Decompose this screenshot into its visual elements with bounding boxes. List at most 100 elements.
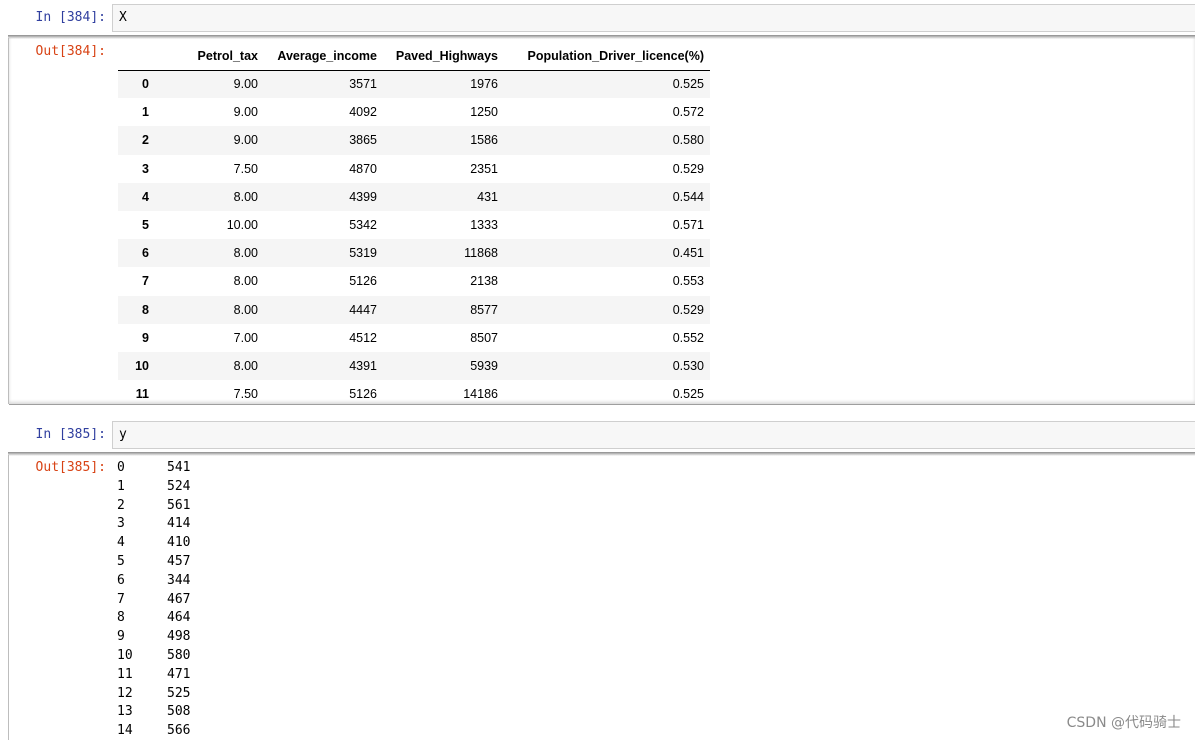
cell-average-income: 4447: [349, 302, 377, 317]
cell-population-driver-licence: 0.525: [672, 387, 704, 402]
row-index: 11: [135, 387, 149, 402]
output-border-385: [8, 455, 9, 740]
series-row: 12 525: [117, 685, 190, 704]
cell-average-income: 5126: [349, 274, 377, 289]
series-row: 2 561: [117, 497, 190, 516]
series-value: 541: [167, 460, 191, 475]
cell-average-income: 4092: [349, 105, 377, 120]
cell-average-income: 5319: [349, 246, 377, 261]
cell-average-income: 3865: [349, 133, 377, 148]
row-index: 10: [135, 358, 149, 373]
cell-paved-highways: 8507: [470, 330, 498, 345]
series-index: 14: [117, 723, 133, 739]
cell-paved-highways: 14186: [463, 387, 498, 402]
series-index: 13: [117, 704, 133, 720]
row-index: 4: [142, 189, 149, 204]
out-prompt-385: Out[385]:: [35, 460, 106, 475]
series-value: 498: [167, 629, 191, 645]
series-value: 457: [167, 553, 191, 569]
series-row: 8 464: [117, 609, 190, 628]
table-row: 0 9.00 3571 1976 0.525: [118, 70, 710, 99]
cell-petrol-tax: 9.00: [233, 133, 258, 148]
series-value: 525: [167, 685, 191, 701]
cell-paved-highways: 2351: [470, 161, 498, 176]
cell-population-driver-licence: 0.544: [672, 189, 704, 204]
cell-population-driver-licence: 0.571: [672, 218, 704, 233]
series-value: 508: [167, 704, 191, 720]
series-value: 580: [167, 647, 191, 663]
row-index: 8: [142, 302, 149, 317]
table-row: 1 9.00 4092 1250 0.572: [118, 98, 710, 126]
cell-petrol-tax: 8.00: [233, 246, 258, 261]
cell-petrol-tax: 7.50: [233, 161, 258, 176]
series-index: 6: [117, 572, 125, 588]
series-row: 7 467: [117, 591, 190, 610]
cell-population-driver-licence: 0.552: [672, 330, 704, 345]
cell-population-driver-licence: 0.553: [672, 274, 704, 289]
row-index: 0: [142, 77, 149, 92]
table-header-row: Petrol_tax Average_income Paved_Highways…: [118, 43, 710, 71]
series-value: 464: [167, 610, 191, 626]
cell-paved-highways: 11868: [464, 246, 498, 261]
series-value: 524: [167, 478, 191, 494]
table-row: 5 10.00 5342 1333 0.571: [118, 211, 710, 239]
dataframe-table: Petrol_tax Average_income Paved_Highways…: [118, 43, 710, 404]
column-header-population-driver-licence: Population_Driver_licence(%): [504, 43, 710, 71]
series-index: 2: [117, 497, 125, 513]
row-index: 5: [142, 218, 149, 233]
series-row: 3 414: [117, 515, 190, 534]
cell-petrol-tax: 8.00: [233, 302, 258, 317]
row-index: 6: [142, 246, 149, 261]
table-row: 10 8.00 4391 5939 0.530: [118, 351, 710, 381]
series-index: 0: [117, 460, 125, 475]
code-input-385[interactable]: y: [112, 421, 1195, 449]
table-row: 11 7.50 5126 14186 0.525: [118, 380, 710, 404]
series-output: 0 541 1 524 2 561 3 414 4 410 5 457 6 344 7 467 8 464 9 498…: [117, 459, 190, 741]
series-row: 9 498: [117, 628, 190, 647]
series-index: 9: [117, 629, 125, 645]
table-row: 2 9.00 3865 1586 0.580: [118, 126, 710, 155]
cell-paved-highways: 431: [477, 189, 498, 204]
series-index: 10: [117, 647, 133, 663]
series-value: 566: [167, 723, 191, 739]
table-row: 9 7.00 4512 8507 0.552: [118, 324, 710, 352]
table-row: 3 7.50 4870 2351 0.529: [118, 155, 710, 183]
cell-petrol-tax: 9.00: [233, 77, 258, 92]
cell-petrol-tax: 7.50: [233, 387, 258, 402]
column-header-index: [118, 43, 160, 71]
cell-average-income: 4391: [349, 358, 377, 373]
series-row: 5 457: [117, 553, 190, 572]
series-index: 12: [117, 685, 133, 701]
series-value: 410: [167, 535, 191, 551]
cell-paved-highways: 2138: [470, 274, 498, 289]
series-index: 3: [117, 516, 125, 532]
cell-population-driver-licence: 0.529: [672, 302, 704, 317]
series-row: 10 580: [117, 647, 190, 666]
watermark: CSDN @代码骑士: [1066, 715, 1181, 731]
row-index: 3: [142, 161, 149, 176]
table-row: 4 8.00 4399 431 0.544: [118, 182, 710, 211]
series-row: 11 471: [117, 666, 190, 685]
series-index: 11: [117, 666, 133, 682]
series-row: 0 541: [117, 459, 190, 478]
series-index: 5: [117, 553, 125, 569]
cell-paved-highways: 8577: [470, 302, 498, 317]
table-row: 8 8.00 4447 8577 0.529: [118, 295, 710, 324]
series-row: 1 524: [117, 478, 190, 497]
cell-population-driver-licence: 0.525: [672, 77, 704, 92]
cell-petrol-tax: 9.00: [233, 105, 258, 120]
dataframe-output-area[interactable]: Petrol_tax Average_income Paved_Highways…: [9, 38, 1195, 405]
series-value: 414: [167, 516, 191, 532]
row-index: 1: [142, 105, 149, 120]
series-value: 561: [167, 497, 191, 513]
in-prompt-385: In [385]:: [35, 427, 106, 442]
series-row: 6 344: [117, 572, 190, 591]
column-header-paved-highways: Paved_Highways: [383, 43, 504, 71]
cell-paved-highways: 1333: [470, 218, 498, 233]
cell-petrol-tax: 7.00: [233, 330, 258, 345]
cell-population-driver-licence: 0.580: [672, 133, 704, 148]
row-index: 2: [142, 133, 149, 148]
series-row: 4 410: [117, 534, 190, 553]
code-input-384[interactable]: X: [112, 4, 1195, 32]
series-row: 14 566: [117, 722, 190, 741]
